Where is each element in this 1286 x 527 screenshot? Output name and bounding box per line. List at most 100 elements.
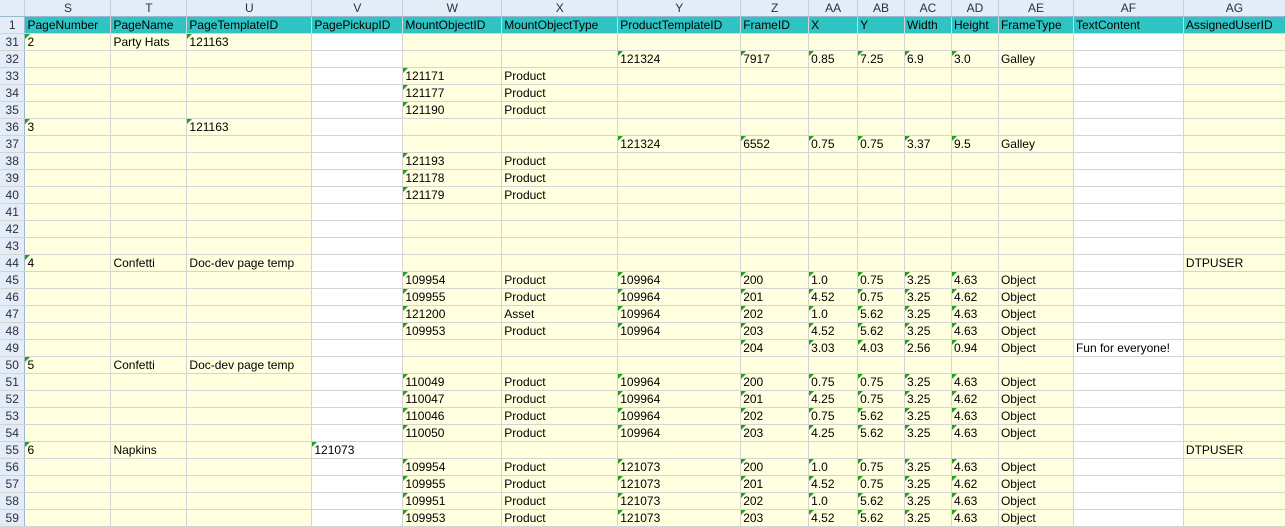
cell[interactable] [808,237,859,255]
cell[interactable]: 5 [24,356,112,374]
cell[interactable]: DTPUSER [1183,254,1286,272]
cell[interactable] [1073,492,1184,510]
header-cell[interactable]: MountObjectType [501,16,619,34]
cell[interactable]: 110046 [402,407,503,425]
cell[interactable] [998,186,1074,204]
cell[interactable]: 4.63 [951,407,999,425]
cell[interactable] [904,33,952,51]
cell[interactable]: Object [998,509,1074,527]
cell[interactable]: Party Hats [110,33,188,51]
cell[interactable] [311,118,404,136]
row-header[interactable]: 47 [0,305,26,323]
cell[interactable] [951,84,999,102]
cell[interactable]: 4.52 [808,509,859,527]
cell[interactable] [857,169,906,187]
cell[interactable] [1183,373,1286,391]
cell[interactable] [24,84,112,102]
cell[interactable] [1073,50,1184,68]
cell[interactable] [110,169,188,187]
cell[interactable] [857,152,906,170]
cell[interactable] [1073,322,1184,340]
cell[interactable]: Fun for everyone! [1073,339,1184,357]
cell[interactable]: Doc-dev page temp [186,356,313,374]
cell[interactable] [186,458,313,476]
cell[interactable] [951,356,999,374]
cell[interactable] [1073,101,1184,119]
cell[interactable] [951,186,999,204]
cell[interactable]: Object [998,322,1074,340]
cell[interactable]: 2.56 [904,339,952,357]
cell[interactable] [186,237,313,255]
cell[interactable] [1073,305,1184,323]
cell[interactable] [617,118,742,136]
cell[interactable] [740,220,810,238]
cell[interactable] [186,84,313,102]
cell[interactable]: 0.75 [808,407,859,425]
column-letter[interactable]: AB [857,0,906,17]
cell[interactable]: 121200 [402,305,503,323]
cell[interactable]: Confetti [110,356,188,374]
cell[interactable] [1183,339,1286,357]
cell[interactable] [808,152,859,170]
cell[interactable] [24,424,112,442]
cell[interactable]: 0.75 [857,458,906,476]
column-letter[interactable]: X [501,0,619,17]
cell[interactable]: 1.0 [808,458,859,476]
cell[interactable] [501,254,619,272]
cell[interactable] [1073,186,1184,204]
cell[interactable]: 109954 [402,271,503,289]
cell[interactable]: 4.03 [857,339,906,357]
cell[interactable]: 1.0 [808,492,859,510]
cell[interactable] [904,237,952,255]
cell[interactable]: 5.62 [857,305,906,323]
cell[interactable] [1183,84,1286,102]
cell[interactable] [1183,407,1286,425]
cell[interactable]: 109953 [402,322,503,340]
row-header[interactable]: 48 [0,322,26,340]
cell[interactable]: 3.25 [904,492,952,510]
cell[interactable] [617,84,742,102]
cell[interactable]: Product [501,322,619,340]
column-letter[interactable]: Y [617,0,742,17]
select-all-corner[interactable] [0,0,26,17]
cell[interactable] [740,84,810,102]
cell[interactable] [740,67,810,85]
cell[interactable]: 121324 [617,50,742,68]
cell[interactable] [1073,84,1184,102]
cell[interactable] [1073,118,1184,136]
cell[interactable] [186,271,313,289]
header-cell[interactable]: X [808,16,859,34]
cell[interactable] [24,458,112,476]
cell[interactable] [740,203,810,221]
cell[interactable] [311,424,404,442]
cell[interactable] [617,203,742,221]
cell[interactable]: 109954 [402,458,503,476]
cell[interactable] [501,33,619,51]
cell[interactable]: Product [501,67,619,85]
cell[interactable] [501,356,619,374]
cell[interactable]: 121163 [186,118,313,136]
cell[interactable]: Asset [501,305,619,323]
cell[interactable] [857,356,906,374]
cell[interactable] [951,101,999,119]
cell[interactable]: 121073 [617,458,742,476]
cell[interactable] [1073,288,1184,306]
cell[interactable]: 3.25 [904,509,952,527]
column-letter[interactable]: AE [998,0,1074,17]
cell[interactable]: 3.25 [904,407,952,425]
cell[interactable]: 0.75 [857,135,906,153]
header-cell[interactable]: FrameType [998,16,1074,34]
cell[interactable]: DTPUSER [1183,441,1286,459]
column-letter[interactable]: AD [951,0,999,17]
cell[interactable]: 4.63 [951,305,999,323]
column-letter[interactable]: T [110,0,188,17]
cell[interactable] [24,305,112,323]
cell[interactable]: 4.62 [951,288,999,306]
cell[interactable]: Product [501,492,619,510]
cell[interactable]: 3.25 [904,390,952,408]
cell[interactable] [311,220,404,238]
cell[interactable] [402,220,503,238]
cell[interactable] [311,169,404,187]
cell[interactable] [24,288,112,306]
cell[interactable] [1183,271,1286,289]
